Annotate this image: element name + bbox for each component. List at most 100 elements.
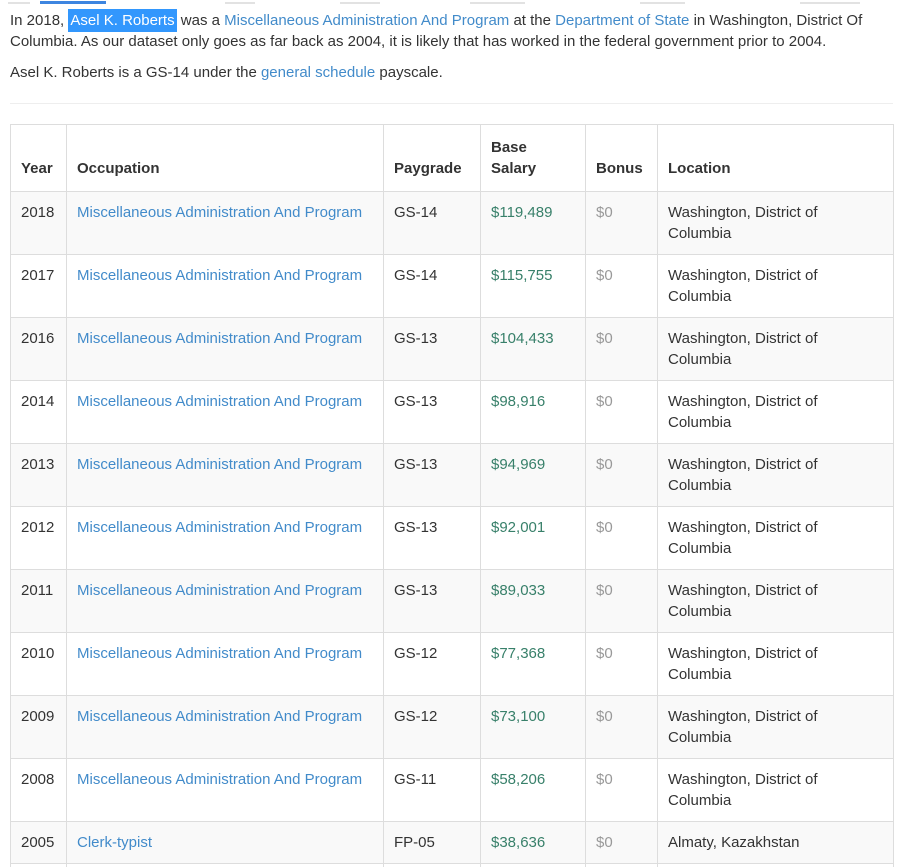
table-row: 2018 Miscellaneous Administration And Pro… — [11, 192, 894, 255]
base-salary-cell: $94,969 — [481, 444, 586, 507]
column-header-occupation: Occupation — [67, 125, 384, 192]
intro-paragraph-2: Asel K. Roberts is a GS-14 under the gen… — [10, 62, 893, 83]
paygrade-cell: GS-12 — [384, 633, 481, 696]
year-cell: 2010 — [11, 633, 67, 696]
year-cell — [11, 864, 67, 867]
bonus-cell: $0 — [586, 318, 658, 381]
table-row: 2005Clerk-typistFP-05$38,636$0Almaty, Ka… — [11, 822, 894, 864]
occupation-link[interactable]: Miscellaneous Administration And Program — [77, 267, 362, 284]
cropped-text-fragment — [340, 2, 380, 4]
occupation-link[interactable]: Miscellaneous Administration And Program — [77, 519, 362, 536]
paygrade-cell: GS-13 — [384, 318, 481, 381]
bonus-cell: $0 — [586, 192, 658, 255]
selected-employee-name: Asel K. Roberts — [68, 9, 176, 32]
section-divider — [10, 103, 893, 104]
table-row-partial — [11, 864, 894, 867]
base-salary-cell: $98,916 — [481, 381, 586, 444]
paygrade-cell: GS-13 — [384, 381, 481, 444]
table-row: 2013Miscellaneous Administration And Pro… — [11, 444, 894, 507]
bonus-cell — [586, 864, 658, 867]
bonus-cell: $0 — [586, 696, 658, 759]
intro-text: payscale. — [375, 64, 443, 81]
occupation-link[interactable]: Miscellaneous Administration And Program — [224, 12, 509, 29]
occupation-link[interactable]: Miscellaneous Administration And Program — [77, 330, 362, 347]
table-row: 2012 Miscellaneous Administration And Pro… — [11, 507, 894, 570]
table-row: 2009 Miscellaneous Administration And Pro… — [11, 696, 894, 759]
base-salary-cell: $89,033 — [481, 570, 586, 633]
occupation-link[interactable]: Miscellaneous Administration And Program — [77, 393, 362, 410]
paygrade-cell: GS-13 — [384, 444, 481, 507]
occupation-cell: Miscellaneous Administration And Program — [67, 570, 384, 633]
base-salary-cell: $73,100 — [481, 696, 586, 759]
occupation-link[interactable]: Miscellaneous Administration And Program — [77, 204, 362, 221]
bonus-cell: $0 — [586, 759, 658, 822]
year-cell: 2005 — [11, 822, 67, 864]
year-cell: 2011 — [11, 570, 67, 633]
cropped-text-fragment — [640, 2, 685, 4]
paygrade-cell: GS-13 — [384, 570, 481, 633]
bonus-cell: $0 — [586, 381, 658, 444]
occupation-cell — [67, 864, 384, 867]
department-of-state-link[interactable]: Department of State — [555, 12, 689, 29]
occupation-link[interactable]: Miscellaneous Administration And Program — [77, 582, 362, 599]
paygrade-cell: GS-13 — [384, 507, 481, 570]
bonus-cell: $0 — [586, 633, 658, 696]
occupation-cell: Miscellaneous Administration And Program — [67, 759, 384, 822]
base-salary-cell: $92,001 — [481, 507, 586, 570]
intro-text: was a — [177, 12, 225, 29]
base-salary-cell: $38,636 — [481, 822, 586, 864]
occupation-cell: Miscellaneous Administration And Program — [67, 318, 384, 381]
base-salary-cell: $119,489 — [481, 192, 586, 255]
occupation-link[interactable]: Clerk-typist — [77, 834, 152, 851]
intro-paragraph-1: In 2018, Asel K. Roberts was a Miscellan… — [10, 10, 893, 52]
table-row: 2008 Miscellaneous Administration And Pro… — [11, 759, 894, 822]
year-cell: 2014 — [11, 381, 67, 444]
year-cell: 2017 — [11, 255, 67, 318]
column-header-base-salary: Base Salary — [481, 125, 586, 192]
paygrade-cell: GS-11 — [384, 759, 481, 822]
cropped-blue-element — [40, 1, 106, 4]
location-cell: Washington, District of Columbia — [658, 192, 894, 255]
base-salary-cell: $77,368 — [481, 633, 586, 696]
occupation-link[interactable]: Miscellaneous Administration And Program — [77, 645, 362, 662]
intro-text: In 2018, — [10, 12, 68, 29]
cropped-content-sliver — [0, 0, 900, 4]
occupation-link[interactable]: Miscellaneous Administration And Program — [77, 708, 362, 725]
bonus-cell: $0 — [586, 255, 658, 318]
base-salary-cell: $115,755 — [481, 255, 586, 318]
occupation-cell: Miscellaneous Administration And Program — [67, 696, 384, 759]
occupation-cell: Miscellaneous Administration And Program — [67, 381, 384, 444]
salary-history-table: Year Occupation Paygrade Base Salary Bon… — [10, 124, 894, 867]
column-header-location: Location — [658, 125, 894, 192]
location-cell: Washington, District of Columbia — [658, 570, 894, 633]
location-cell: Washington, District of Columbia — [658, 255, 894, 318]
table-header-row: Year Occupation Paygrade Base Salary Bon… — [11, 125, 894, 192]
intro-text: at the — [509, 12, 555, 29]
bonus-cell: $0 — [586, 822, 658, 864]
occupation-link[interactable]: Miscellaneous Administration And Program — [77, 771, 362, 788]
base-salary-cell — [481, 864, 586, 867]
location-cell: Washington, District of Columbia — [658, 444, 894, 507]
year-cell: 2009 — [11, 696, 67, 759]
page-content: In 2018, Asel K. Roberts was a Miscellan… — [0, 0, 900, 867]
base-salary-cell: $58,206 — [481, 759, 586, 822]
year-cell: 2012 — [11, 507, 67, 570]
occupation-cell: Miscellaneous Administration And Program — [67, 507, 384, 570]
occupation-cell: Miscellaneous Administration And Program — [67, 444, 384, 507]
bonus-cell: $0 — [586, 507, 658, 570]
cropped-text-fragment — [800, 2, 860, 4]
paygrade-cell: GS-12 — [384, 696, 481, 759]
table-row: 2010 Miscellaneous Administration And Pro… — [11, 633, 894, 696]
table-row: 2016Miscellaneous Administration And Pro… — [11, 318, 894, 381]
bonus-cell: $0 — [586, 444, 658, 507]
table-row: 2011 Miscellaneous Administration And Pro… — [11, 570, 894, 633]
year-cell: 2008 — [11, 759, 67, 822]
year-cell: 2018 — [11, 192, 67, 255]
base-salary-cell: $104,433 — [481, 318, 586, 381]
occupation-link[interactable]: Miscellaneous Administration And Program — [77, 456, 362, 473]
column-header-paygrade: Paygrade — [384, 125, 481, 192]
location-cell: Washington, District of Columbia — [658, 759, 894, 822]
intro-text: Asel K. Roberts is a GS-14 under the — [10, 64, 261, 81]
salary-table-rows: 2018 Miscellaneous Administration And Pro… — [11, 192, 894, 867]
general-schedule-link[interactable]: general schedule — [261, 64, 375, 81]
